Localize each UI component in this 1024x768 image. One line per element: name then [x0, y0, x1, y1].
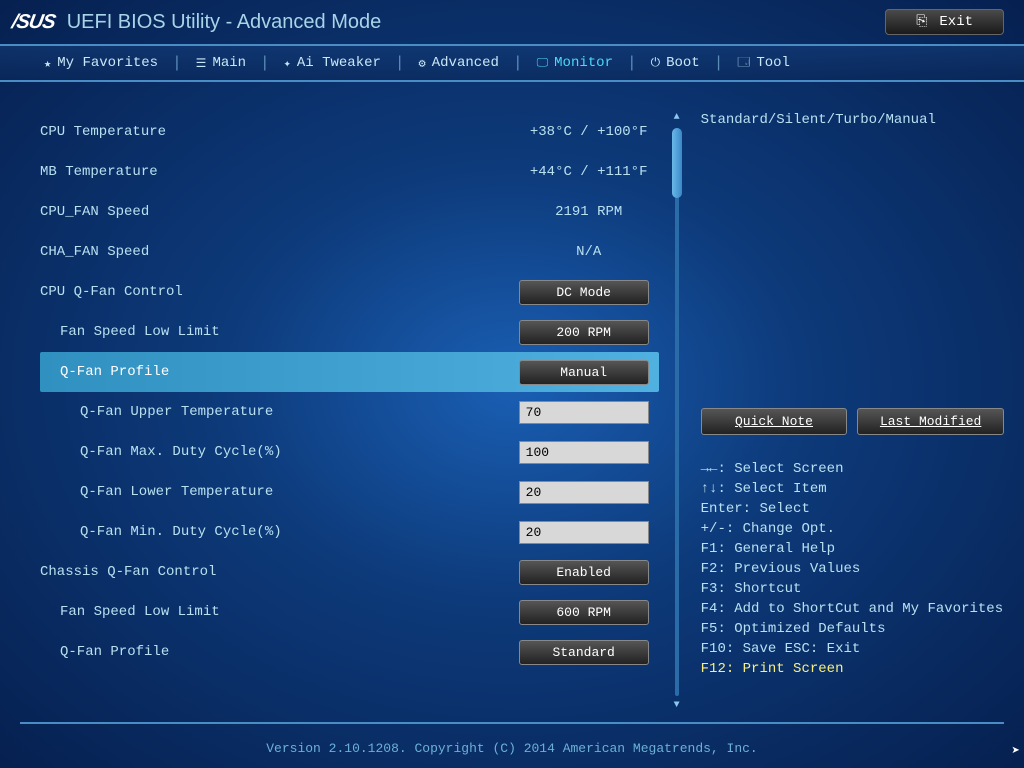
- exit-label: Exit: [939, 14, 973, 30]
- dropdown-fan-low1[interactable]: 200 RPM: [519, 320, 649, 345]
- footer-text: Version 2.10.1208. Copyright (C) 2014 Am…: [0, 741, 1024, 756]
- label-fan-low1: Fan Speed Low Limit: [40, 324, 519, 340]
- hint-f5: F5: Optimized Defaults: [701, 619, 1004, 639]
- input-max-duty[interactable]: [519, 441, 649, 464]
- star-icon: ★: [44, 56, 51, 71]
- row-cpu-temp[interactable]: CPU Temperature +38°C / +100°F: [40, 112, 659, 152]
- row-upper-temp[interactable]: Q-Fan Upper Temperature: [40, 392, 659, 432]
- side-panel: Standard/Silent/Turbo/Manual Quick Note …: [695, 112, 1004, 712]
- dropdown-profile1[interactable]: Manual: [519, 360, 649, 385]
- help-text: Standard/Silent/Turbo/Manual: [701, 112, 1004, 128]
- hint-f2: F2: Previous Values: [701, 559, 1004, 579]
- row-min-duty[interactable]: Q-Fan Min. Duty Cycle(%): [40, 512, 659, 552]
- hint-f3: F3: Shortcut: [701, 579, 1004, 599]
- label-chassis-qfan: Chassis Q-Fan Control: [40, 564, 519, 580]
- input-lower-temp[interactable]: [519, 481, 649, 504]
- power-icon: ⏻: [651, 56, 661, 70]
- label-cpu-temp: CPU Temperature: [40, 124, 519, 140]
- monitor-icon: 🖵: [537, 56, 549, 70]
- tab-monitor[interactable]: 🖵Monitor: [523, 46, 627, 80]
- hint-f12: F12: Print Screen: [701, 659, 1004, 679]
- tab-separator: |: [172, 54, 182, 72]
- dropdown-profile2[interactable]: Standard: [519, 640, 649, 665]
- scroll-thumb[interactable]: [672, 128, 682, 198]
- row-cpu-fan[interactable]: CPU_FAN Speed 2191 RPM: [40, 192, 659, 232]
- row-fan-low-limit-cpu[interactable]: Fan Speed Low Limit 200 RPM: [40, 312, 659, 352]
- advanced-icon: ⚙: [419, 56, 426, 71]
- label-cpu-qfan: CPU Q-Fan Control: [40, 284, 519, 300]
- row-chassis-qfan-control[interactable]: Chassis Q-Fan Control Enabled: [40, 552, 659, 592]
- label-fan-low2: Fan Speed Low Limit: [40, 604, 519, 620]
- tab-tool[interactable]: 🗔Tool: [723, 46, 804, 80]
- row-qfan-profile-cpu[interactable]: Q-Fan Profile Manual: [40, 352, 659, 392]
- value-cha-fan: N/A: [519, 244, 659, 260]
- tab-separator: |: [260, 54, 270, 72]
- value-cpu-fan: 2191 RPM: [519, 204, 659, 220]
- label-cha-fan: CHA_FAN Speed: [40, 244, 519, 260]
- tab-separator: |: [714, 54, 724, 72]
- label-cpu-fan: CPU_FAN Speed: [40, 204, 519, 220]
- row-max-duty[interactable]: Q-Fan Max. Duty Cycle(%): [40, 432, 659, 472]
- tab-advanced[interactable]: ⚙Advanced: [405, 46, 513, 80]
- tab-separator: |: [627, 54, 637, 72]
- row-cpu-qfan-control[interactable]: CPU Q-Fan Control DC Mode: [40, 272, 659, 312]
- exit-button[interactable]: ⎘ Exit: [885, 9, 1004, 35]
- key-hints: →←: Select Screen ↑↓: Select Item Enter:…: [701, 459, 1004, 679]
- side-buttons: Quick Note Last Modified: [701, 408, 1004, 435]
- tab-favorites[interactable]: ★My Favorites: [30, 46, 172, 80]
- tab-ai-tweaker[interactable]: ✦Ai Tweaker: [270, 46, 395, 80]
- hint-select-screen: →←: Select Screen: [701, 459, 1004, 479]
- scrollbar[interactable]: ▲ ▼: [671, 112, 683, 712]
- header-left: /SUS UEFI BIOS Utility - Advanced Mode: [12, 11, 381, 34]
- quick-note-button[interactable]: Quick Note: [701, 408, 848, 435]
- tab-separator: |: [395, 54, 405, 72]
- header-bar: /SUS UEFI BIOS Utility - Advanced Mode ⎘…: [0, 0, 1024, 44]
- tweaker-icon: ✦: [284, 56, 291, 71]
- tool-icon: 🗔: [737, 53, 750, 74]
- hint-f10: F10: Save ESC: Exit: [701, 639, 1004, 659]
- value-cpu-temp: +38°C / +100°F: [519, 124, 659, 140]
- dropdown-chassis-qfan[interactable]: Enabled: [519, 560, 649, 585]
- row-lower-temp[interactable]: Q-Fan Lower Temperature: [40, 472, 659, 512]
- dropdown-fan-low2[interactable]: 600 RPM: [519, 600, 649, 625]
- label-lower-temp: Q-Fan Lower Temperature: [40, 484, 519, 500]
- row-cha-fan[interactable]: CHA_FAN Speed N/A: [40, 232, 659, 272]
- label-profile1: Q-Fan Profile: [40, 364, 519, 380]
- row-qfan-profile-cha[interactable]: Q-Fan Profile Standard: [40, 632, 659, 672]
- hint-change-opt: +/-: Change Opt.: [701, 519, 1004, 539]
- app-title: UEFI BIOS Utility - Advanced Mode: [67, 11, 382, 34]
- hint-enter: Enter: Select: [701, 499, 1004, 519]
- asus-logo: /SUS: [10, 11, 57, 34]
- tab-separator: |: [513, 54, 523, 72]
- value-mb-temp: +44°C / +111°F: [519, 164, 659, 180]
- label-profile2: Q-Fan Profile: [40, 644, 519, 660]
- cursor-icon: ➤: [1012, 743, 1020, 760]
- row-mb-temp[interactable]: MB Temperature +44°C / +111°F: [40, 152, 659, 192]
- hint-f4: F4: Add to ShortCut and My Favorites: [701, 599, 1004, 619]
- label-mb-temp: MB Temperature: [40, 164, 519, 180]
- dropdown-cpu-qfan[interactable]: DC Mode: [519, 280, 649, 305]
- footer-divider: [20, 722, 1004, 724]
- last-modified-button[interactable]: Last Modified: [857, 408, 1004, 435]
- tab-bar: ★My Favorites | ☰Main | ✦Ai Tweaker | ⚙A…: [0, 44, 1024, 82]
- scroll-up-icon[interactable]: ▲: [671, 112, 683, 124]
- list-icon: ☰: [196, 56, 207, 71]
- scroll-track[interactable]: [675, 128, 679, 696]
- label-max-duty: Q-Fan Max. Duty Cycle(%): [40, 444, 519, 460]
- tab-boot[interactable]: ⏻Boot: [637, 46, 714, 80]
- hint-f1: F1: General Help: [701, 539, 1004, 559]
- input-min-duty[interactable]: [519, 521, 649, 544]
- scroll-down-icon[interactable]: ▼: [671, 700, 683, 712]
- exit-icon: ⎘: [916, 14, 927, 30]
- label-upper-temp: Q-Fan Upper Temperature: [40, 404, 519, 420]
- tab-main[interactable]: ☰Main: [182, 46, 260, 80]
- label-min-duty: Q-Fan Min. Duty Cycle(%): [40, 524, 519, 540]
- input-upper-temp[interactable]: [519, 401, 649, 424]
- row-fan-low-limit-cha[interactable]: Fan Speed Low Limit 600 RPM: [40, 592, 659, 632]
- hint-select-item: ↑↓: Select Item: [701, 479, 1004, 499]
- main-area: CPU Temperature +38°C / +100°F MB Temper…: [0, 82, 1024, 722]
- settings-list: CPU Temperature +38°C / +100°F MB Temper…: [40, 112, 659, 712]
